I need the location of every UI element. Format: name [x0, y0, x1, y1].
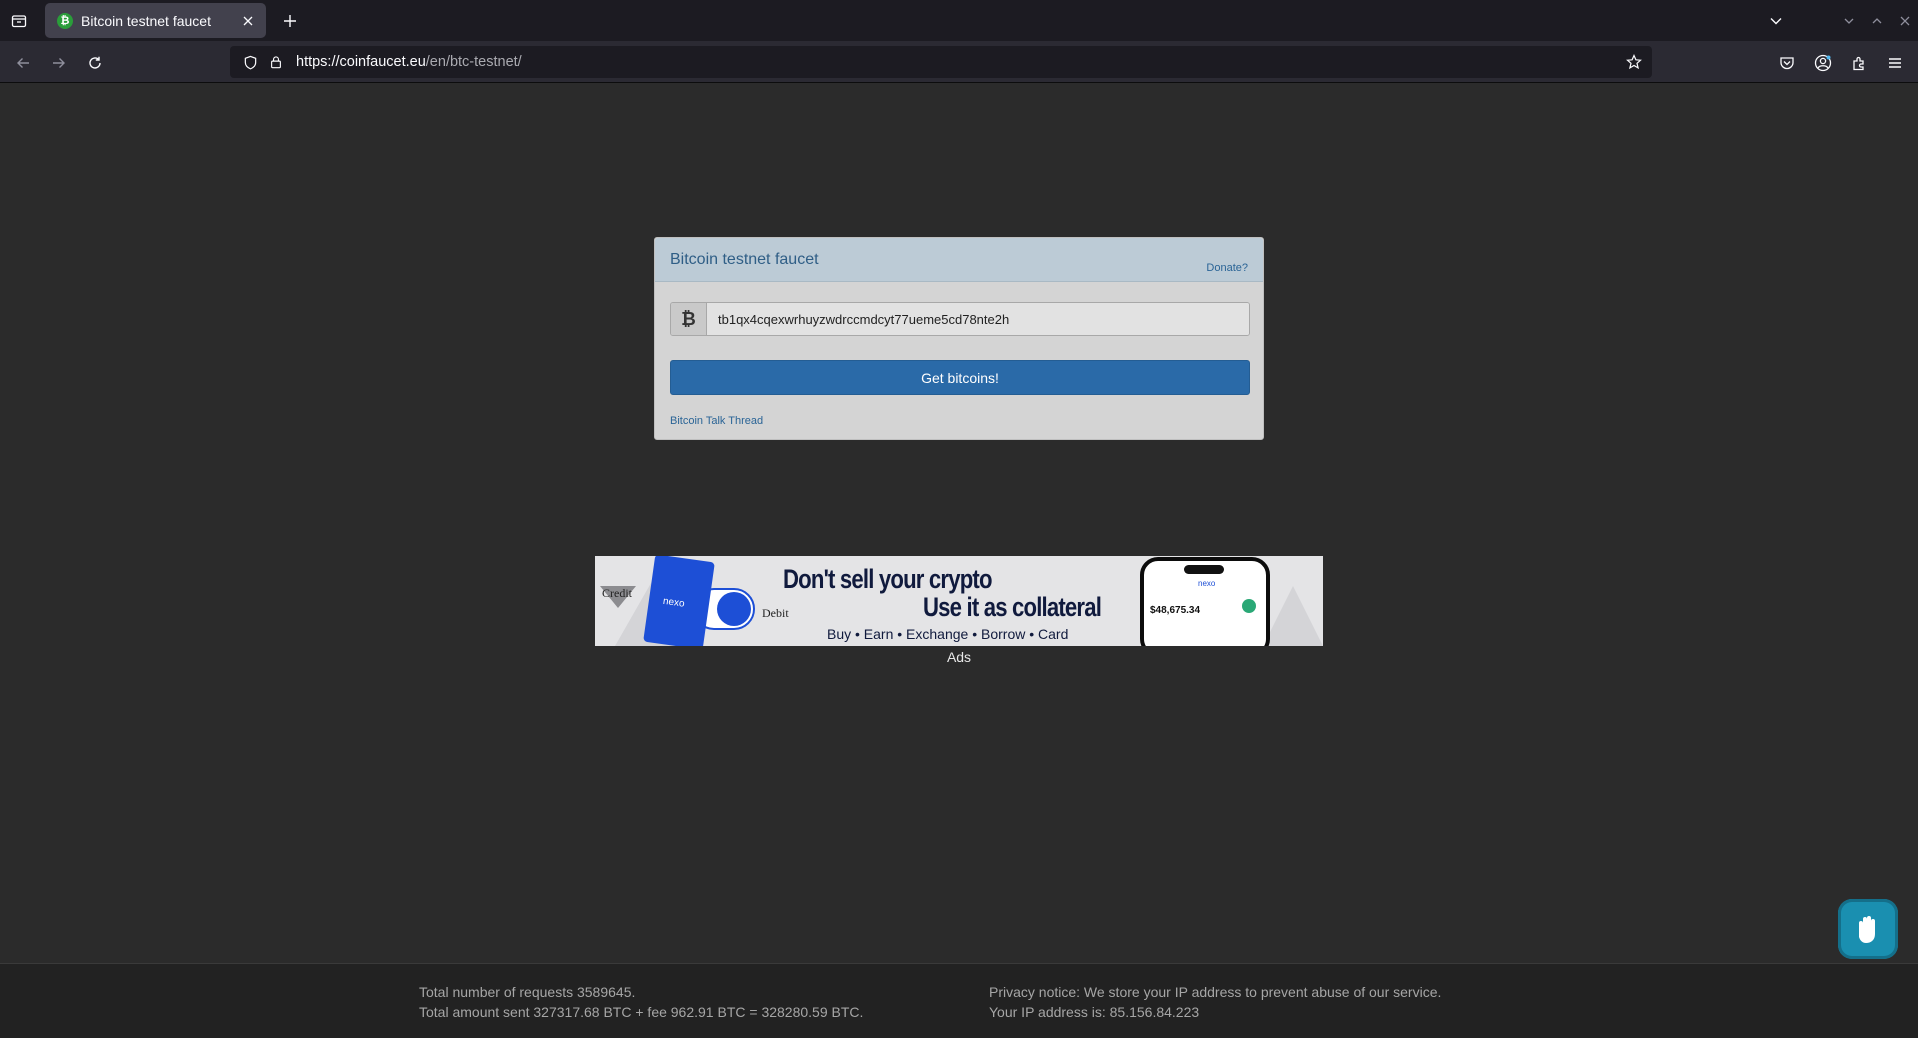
- url-text[interactable]: https://coinfaucet.eu/en/btc-testnet/: [296, 54, 522, 70]
- close-tab-icon[interactable]: [236, 9, 260, 33]
- navigation-bar: https://coinfaucet.eu/en/btc-testnet/: [0, 41, 1918, 83]
- help-chat-button[interactable]: [1838, 899, 1898, 959]
- ad-decoration: [1263, 586, 1323, 646]
- donate-link[interactable]: Donate?: [1206, 262, 1248, 274]
- ad-credit-label: Credit: [602, 586, 632, 600]
- ad-phone-balance: $48,675.34: [1150, 605, 1201, 616]
- tracking-protection-shield-icon[interactable]: [240, 52, 260, 72]
- browser-tab[interactable]: ₿ Bitcoin testnet faucet: [45, 3, 266, 38]
- forward-icon[interactable]: [46, 50, 72, 76]
- maximize-icon[interactable]: [1865, 9, 1889, 33]
- footer-stats: Total number of requests 3589645. Total …: [419, 982, 863, 1022]
- footer-privacy: Privacy notice: We store your IP address…: [989, 982, 1441, 1022]
- tab-title: Bitcoin testnet faucet: [81, 12, 211, 29]
- url-host: https://coinfaucet.eu: [296, 54, 426, 70]
- address-input-group: ₿: [670, 302, 1250, 336]
- footer-amount: Total amount sent 327317.68 BTC + fee 96…: [419, 1004, 864, 1020]
- ad-card-image: nexo: [643, 556, 715, 646]
- ad-debit-label: Debit: [762, 606, 789, 620]
- panel-heading: Bitcoin testnet faucet Donate?: [655, 238, 1263, 282]
- back-icon[interactable]: [10, 50, 36, 76]
- ads-label: Ads: [946, 649, 972, 665]
- advertisement-banner[interactable]: Credit nexo Debit Don't sell your crypto…: [595, 556, 1323, 646]
- waving-hand-icon: [1859, 916, 1875, 943]
- close-window-icon[interactable]: [1893, 9, 1917, 33]
- url-path: /en/btc-testnet/: [425, 54, 522, 70]
- footer-requests: Total number of requests 3589645.: [419, 984, 636, 1000]
- reload-icon[interactable]: [82, 50, 108, 76]
- pocket-icon[interactable]: [1774, 50, 1800, 76]
- bitcoin-icon: ₿: [671, 303, 707, 335]
- new-tab-icon[interactable]: [278, 9, 302, 33]
- list-all-tabs-icon[interactable]: [1764, 9, 1788, 33]
- bookmark-star-icon[interactable]: [1624, 52, 1644, 72]
- footer-ip-address: Your IP address is: 85.156.84.223: [989, 1004, 1200, 1020]
- tab-bar: ₿ Bitcoin testnet faucet: [0, 0, 1918, 41]
- tab-overview-icon[interactable]: [8, 10, 30, 32]
- ad-phone-brand: nexo: [1198, 579, 1216, 588]
- page-title: Bitcoin testnet faucet: [670, 251, 819, 268]
- address-input[interactable]: [707, 303, 1249, 335]
- bitcoin-talk-thread-link[interactable]: Bitcoin Talk Thread: [670, 415, 763, 427]
- footer: Total number of requests 3589645. Total …: [0, 963, 1918, 1038]
- padlock-icon[interactable]: [266, 52, 286, 72]
- bitcoin-favicon-icon: ₿: [57, 12, 73, 29]
- ad-subline: Buy • Earn • Exchange • Borrow • Card: [827, 626, 1069, 642]
- ad-card-logo: nexo: [662, 595, 686, 610]
- footer-privacy-notice: Privacy notice: We store your IP address…: [989, 984, 1442, 1000]
- account-icon[interactable]: [1810, 50, 1836, 76]
- url-bar[interactable]: https://coinfaucet.eu/en/btc-testnet/: [230, 46, 1652, 78]
- ad-headline-1: Don't sell your crypto: [783, 564, 992, 594]
- minimize-icon[interactable]: [1837, 9, 1861, 33]
- ad-headline-2: Use it as collateral: [923, 592, 1102, 622]
- faucet-panel: Bitcoin testnet faucet Donate? ₿ Get bit…: [654, 237, 1264, 440]
- ad-phone-image: nexo $48,675.34: [1140, 557, 1270, 646]
- get-bitcoins-button[interactable]: Get bitcoins!: [670, 360, 1250, 395]
- extensions-icon[interactable]: [1846, 50, 1872, 76]
- ad-phone-star-icon: [1242, 599, 1256, 613]
- menu-icon[interactable]: [1882, 50, 1908, 76]
